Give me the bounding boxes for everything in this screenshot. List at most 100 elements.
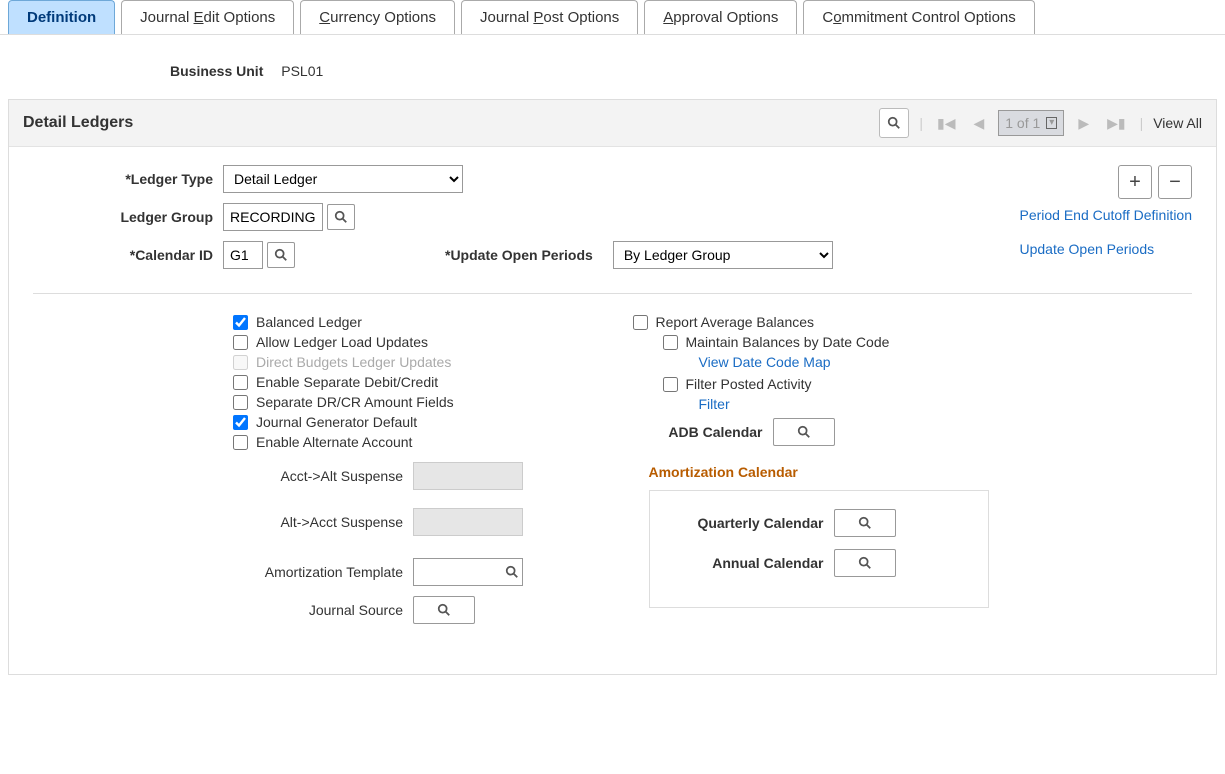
business-unit-label: Business Unit [170,63,263,79]
view-all-link[interactable]: View All [1153,115,1202,131]
calendar-id-lookup[interactable] [267,242,295,268]
amortization-calendar-title: Amortization Calendar [649,464,1193,480]
tab-label-post: urrency Options [330,9,436,26]
filter-link[interactable]: Filter [699,396,730,412]
filter-posted-activity-checkbox[interactable] [663,377,678,392]
add-row-button[interactable]: + [1118,165,1152,199]
acct-alt-suspense-input [413,462,523,490]
balanced-ledger-checkbox[interactable] [233,315,248,330]
report-average-balances-label: Report Average Balances [656,314,815,330]
tab-currency-options[interactable]: Currency Options [300,0,455,34]
alt-acct-suspense-input [413,508,523,536]
tab-label-pre: C [822,9,833,26]
tab-label-pre: Journal [480,9,533,26]
enable-alternate-account-checkbox[interactable] [233,435,248,450]
find-button[interactable] [879,108,909,138]
ledger-group-label: Ledger Group [33,209,223,225]
separate-drcr-amount-label: Separate DR/CR Amount Fields [256,394,454,410]
update-open-periods-select[interactable]: By Ledger Group [613,241,833,269]
tab-label-accel: A [663,9,673,26]
tab-label: Definition [27,9,96,26]
tab-strip: Definition Journal Edit Options Currency… [0,0,1225,35]
search-icon [858,556,872,570]
allow-ledger-load-label: Allow Ledger Load Updates [256,334,428,350]
journal-source-label: Journal Source [33,602,413,618]
divider [33,293,1192,294]
page-header: Business Unit PSL01 [0,35,1225,99]
tab-label-accel: E [194,9,204,26]
search-icon [887,116,901,130]
search-icon [505,565,519,579]
ledger-type-select[interactable]: Detail Ledger [223,165,463,193]
plus-icon: + [1129,171,1141,194]
alt-acct-suspense-label: Alt->Acct Suspense [33,514,413,530]
section-title: Detail Ledgers [23,114,133,132]
tab-label-pre: Journal [140,9,193,26]
separate-drcr-amount-checkbox[interactable] [233,395,248,410]
enable-separate-drcr-label: Enable Separate Debit/Credit [256,374,438,390]
annual-calendar-label: Annual Calendar [674,555,834,571]
update-open-periods-label: *Update Open Periods [445,247,603,263]
separator: | [1140,115,1144,131]
row-action-buttons: + − [1118,165,1192,199]
tab-definition[interactable]: Definition [8,0,115,34]
filter-posted-activity-label: Filter Posted Activity [686,376,812,392]
tab-approval-options[interactable]: Approval Options [644,0,797,34]
update-open-periods-link[interactable]: Update Open Periods [1019,241,1192,257]
tab-label-accel: P [533,9,543,26]
row-position-value: 1 of 1 [1005,115,1040,131]
annual-calendar-lookup[interactable] [834,549,896,577]
prev-row-icon[interactable]: ◀ [969,115,988,132]
balanced-ledger-label: Balanced Ledger [256,314,362,330]
delete-row-button[interactable]: − [1158,165,1192,199]
chevron-down-icon: ▾ [1046,117,1057,129]
tab-commitment-control-options[interactable]: Commitment Control Options [803,0,1034,34]
quarterly-calendar-lookup[interactable] [834,509,896,537]
left-column: Balanced Ledger Allow Ledger Load Update… [33,310,593,634]
search-icon [334,210,348,224]
ledger-type-label: *Ledger Type [33,171,223,187]
tab-label-accel: C [319,9,330,26]
acct-alt-suspense-label: Acct->Alt Suspense [33,468,413,484]
section-header: Detail Ledgers | ▮◀ ◀ 1 of 1 ▾ ▶ ▶▮ | Vi… [9,100,1216,147]
ledger-group-lookup[interactable] [327,204,355,230]
search-icon [437,603,451,617]
calendar-id-input[interactable] [223,241,263,269]
direct-budgets-label: Direct Budgets Ledger Updates [256,354,451,370]
adb-calendar-lookup[interactable] [773,418,835,446]
row-position-select[interactable]: 1 of 1 ▾ [998,110,1064,136]
amortization-calendar-box: Quarterly Calendar Annual Calendar [649,490,989,608]
grid-navigation: | ▮◀ ◀ 1 of 1 ▾ ▶ ▶▮ | View All [879,108,1202,138]
ledger-group-input[interactable] [223,203,323,231]
allow-ledger-load-checkbox[interactable] [233,335,248,350]
search-icon [858,516,872,530]
tab-journal-post-options[interactable]: Journal Post Options [461,0,638,34]
amortization-template-lookup[interactable] [499,559,525,585]
minus-icon: − [1169,171,1181,194]
direct-budgets-checkbox [233,355,248,370]
next-row-icon[interactable]: ▶ [1074,115,1093,132]
journal-source-lookup[interactable] [413,596,475,624]
report-average-balances-checkbox[interactable] [633,315,648,330]
journal-generator-default-checkbox[interactable] [233,415,248,430]
first-row-icon[interactable]: ▮◀ [933,115,959,132]
tab-label-post: ost Options [543,9,619,26]
last-row-icon[interactable]: ▶▮ [1103,115,1129,132]
amortization-template-label: Amortization Template [33,564,413,580]
tab-journal-edit-options[interactable]: Journal Edit Options [121,0,294,34]
quarterly-calendar-label: Quarterly Calendar [674,515,834,531]
tab-label-post: pproval Options [673,9,778,26]
maintain-balances-date-code-label: Maintain Balances by Date Code [686,334,890,350]
journal-generator-default-label: Journal Generator Default [256,414,417,430]
business-unit-value: PSL01 [281,63,323,79]
period-end-cutoff-link[interactable]: Period End Cutoff Definition [1019,207,1192,223]
maintain-balances-date-code-checkbox[interactable] [663,335,678,350]
calendar-id-label: *Calendar ID [33,247,223,263]
right-column: Report Average Balances Maintain Balance… [633,310,1193,634]
tab-label-accel: o [833,9,841,26]
enable-separate-drcr-checkbox[interactable] [233,375,248,390]
view-date-code-map-link[interactable]: View Date Code Map [699,354,831,370]
right-links: Period End Cutoff Definition Update Open… [1019,207,1192,275]
separator: | [919,115,923,131]
tab-label-post: dit Options [204,9,276,26]
